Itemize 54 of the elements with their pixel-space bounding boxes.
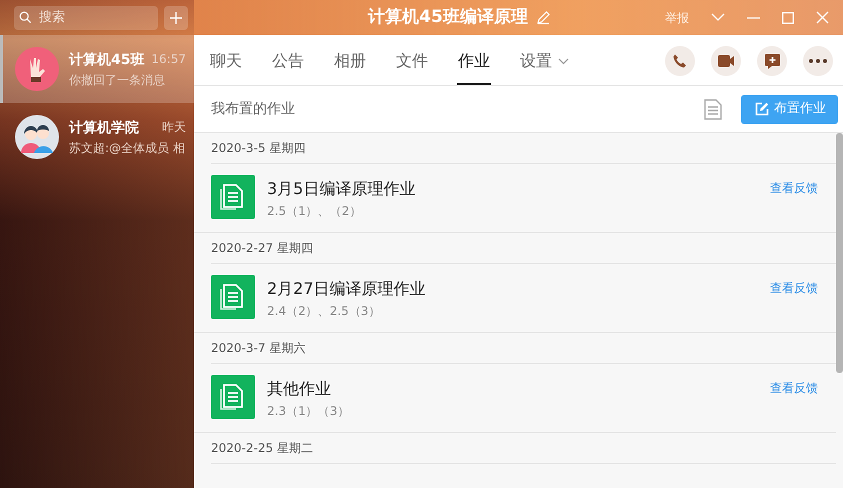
plus-icon — [169, 10, 183, 24]
conversation-item[interactable]: 计算机学院 昨天 苏文超:@全体成员 相 — [0, 103, 194, 171]
more-button[interactable] — [803, 46, 833, 76]
search-icon — [19, 10, 32, 25]
tab[interactable]: 相册 — [333, 49, 367, 85]
minimize-icon[interactable] — [747, 16, 760, 18]
edit-icon[interactable] — [536, 10, 551, 25]
tab[interactable]: 设置 — [519, 49, 570, 85]
avatar-icon — [15, 47, 59, 91]
view-feedback-link[interactable]: 查看反馈 — [770, 279, 818, 297]
date-heading: 2020-3-7 星期六 — [211, 340, 306, 357]
tab[interactable]: 作业 — [457, 49, 491, 85]
conversation-name: 计算机学院 — [69, 118, 139, 138]
document-icon[interactable] — [704, 98, 722, 120]
document-icon — [211, 175, 255, 219]
view-feedback-link[interactable]: 查看反馈 — [770, 179, 818, 197]
conversation-time: 昨天 — [162, 118, 186, 136]
date-heading: 2020-3-5 星期四 — [211, 140, 306, 157]
tab[interactable]: 公告 — [271, 49, 305, 85]
homework-title: 2月27日编译原理作业 — [267, 278, 426, 300]
conversation-item[interactable]: 计算机45班 16:57 你撤回了一条消息 — [0, 35, 194, 103]
tab[interactable]: 文件 — [395, 49, 429, 85]
homework-subtitle: 2.4（2）、2.5（3） — [267, 303, 382, 320]
document-icon — [211, 375, 255, 419]
search-field[interactable]: 搜索 — [36, 6, 153, 28]
edit-icon — [755, 102, 769, 116]
conversation-time: 16:57 — [151, 50, 186, 68]
search-box[interactable]: 搜索 — [14, 6, 158, 30]
homework-subtitle: 2.3（1）（3） — [267, 403, 350, 420]
section-title: 我布置的作业 — [211, 100, 295, 118]
date-heading: 2020-2-25 星期二 — [211, 440, 313, 457]
maximize-icon[interactable] — [782, 12, 794, 24]
tab[interactable]: 聊天 — [209, 49, 243, 85]
close-icon[interactable] — [816, 11, 829, 24]
phone-icon — [672, 53, 688, 69]
window-title: 计算机45班编译原理 — [368, 6, 528, 29]
chevron-down-icon[interactable] — [711, 13, 725, 22]
conversation-preview: 苏文超:@全体成员 相 — [69, 140, 186, 156]
conversation-name: 计算机45班 — [69, 50, 144, 70]
conversation-preview: 你撤回了一条消息 — [69, 72, 166, 88]
video-call-button[interactable] — [711, 46, 741, 76]
avatar-icon — [15, 115, 59, 159]
view-feedback-link[interactable]: 查看反馈 — [770, 379, 818, 397]
homework-title: 其他作业 — [267, 378, 332, 400]
add-comment-icon — [764, 52, 780, 70]
add-button[interactable] — [164, 6, 188, 30]
homework-subtitle: 2.5（1）、（2） — [267, 203, 362, 220]
document-icon — [211, 275, 255, 319]
date-heading: 2020-2-27 星期四 — [211, 240, 313, 257]
phone-call-button[interactable] — [665, 46, 695, 76]
video-camera-icon — [717, 54, 735, 68]
more-icon — [809, 59, 827, 63]
homework-title: 3月5日编译原理作业 — [267, 178, 416, 200]
add-comment-button[interactable] — [757, 46, 787, 76]
